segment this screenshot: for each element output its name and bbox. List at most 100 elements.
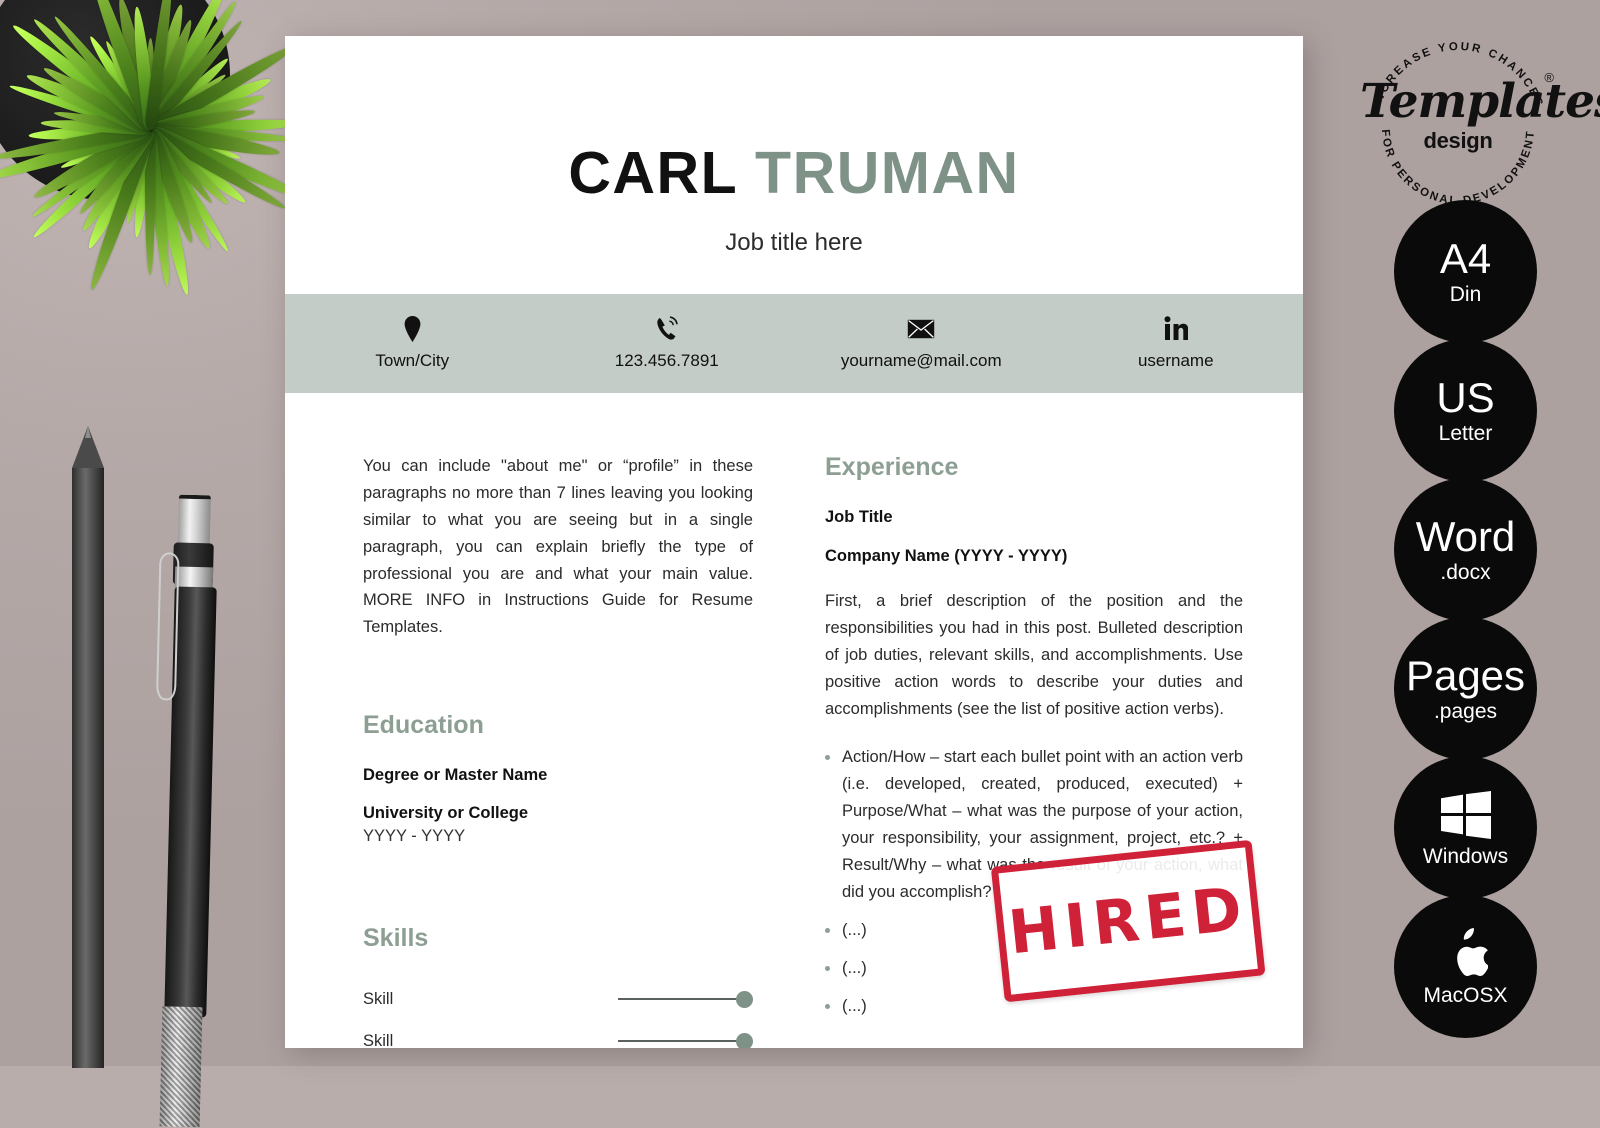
first-name: CARL: [568, 140, 738, 206]
word-docx-badge-subtitle: .docx: [1440, 561, 1491, 584]
education-heading: Education: [363, 711, 484, 740]
plant-leaf: [149, 116, 306, 136]
location-pin-icon: [285, 316, 540, 342]
us-letter-badge-title: US: [1436, 374, 1495, 421]
word-docx-badge[interactable]: Word .docx: [1394, 478, 1537, 621]
plant-leaf: [58, 125, 152, 172]
brand-wordmark: Templates: [1360, 74, 1600, 129]
plant-leaf: [143, 0, 233, 134]
experience-description: First, a brief description of the positi…: [825, 592, 1243, 718]
contact-email-text: yourname@mail.com: [840, 351, 1002, 370]
plant-leaf: [143, 17, 197, 133]
pen-cap: [177, 494, 211, 546]
pencil-body: [72, 468, 104, 1068]
experience-bullet-list: Action/How – start each bullet point wit…: [825, 744, 1243, 1019]
format-badges-rail: INCREASE YOUR CHANCES FOR PERSONAL DEVEL…: [1348, 0, 1600, 1066]
pages-badge[interactable]: Pages .pages: [1394, 617, 1537, 760]
plant-leaf: [29, 125, 153, 221]
plant-leaf: [146, 124, 249, 208]
plant-leaf: [39, 117, 151, 136]
experience-job-title: Job Title: [825, 508, 893, 526]
phone-icon: [540, 316, 795, 342]
plant-leaf: [145, 127, 232, 254]
plant-pot: [0, 0, 230, 200]
pen-grip: [159, 1006, 203, 1128]
plant-leaf: [51, 13, 154, 134]
plant-leaf: [147, 123, 307, 204]
a4-din-badge-title: A4: [1439, 235, 1492, 282]
plant-leaf: [142, 2, 188, 132]
plant-leaf: [146, 40, 299, 137]
plant-leaf: [8, 20, 155, 136]
skill-knob[interactable]: [736, 1032, 753, 1048]
pages-badge-subtitle: .pages: [1433, 700, 1498, 723]
skill-row: Skill: [363, 1021, 753, 1048]
plant-leaf: [30, 123, 154, 204]
templates-design-logo: INCREASE YOUR CHANCES FOR PERSONAL DEVEL…: [1360, 36, 1600, 208]
word-docx-badge-title: Word: [1415, 513, 1516, 560]
skill-knob[interactable]: [736, 990, 753, 1008]
skills-heading: Skills: [363, 924, 429, 953]
plant-leaf: [144, 129, 174, 287]
skill-track: [618, 1040, 739, 1043]
education-degree: Degree or Master Name: [363, 766, 548, 785]
education-years: YYYY - YYYY: [363, 827, 466, 846]
last-name: TRUMAN: [755, 140, 1020, 206]
plant-leaf: [143, 126, 216, 252]
list-item: (...): [825, 917, 1243, 944]
a4-din-badge[interactable]: A4 Din: [1394, 200, 1537, 343]
plant-leaf: [75, 126, 155, 218]
pen-ring: [174, 566, 214, 590]
us-letter-badge-subtitle: Letter: [1438, 422, 1493, 445]
us-letter-badge[interactable]: US Letter: [1394, 339, 1537, 482]
windows-badge[interactable]: Windows: [1394, 756, 1537, 899]
contact-phone-text: 123.456.7891: [614, 351, 719, 370]
page-title: CARL TRUMAN: [285, 144, 1303, 203]
plant-leaf: [147, 124, 289, 214]
experience-company: Company Name (YYYY - YYYY): [825, 547, 1068, 565]
skill-label: Skill: [363, 1031, 394, 1048]
plant-leaf: [146, 126, 232, 208]
plant-leaf: [84, 0, 157, 133]
plant-leaf: [147, 72, 273, 137]
plant-leaf: [30, 15, 155, 135]
pen-collar: [172, 542, 214, 586]
pen-photo: [151, 494, 235, 1128]
plant-leaf: [130, 129, 156, 238]
contact-item-location[interactable]: Town/City: [285, 316, 540, 371]
resume-page: CARL TRUMAN Job title here Town/City 123…: [285, 36, 1303, 1048]
plant-leaf: [40, 62, 154, 136]
windows-logo-icon: [1440, 788, 1491, 842]
plant-leaf: [112, 0, 158, 132]
linkedin-icon: [1049, 316, 1304, 342]
plant-leaf: [0, 124, 152, 164]
pencil-tip: [72, 426, 104, 468]
registered-trademark-icon: ®: [1544, 70, 1554, 85]
contact-item-phone[interactable]: 123.456.7891: [540, 316, 795, 371]
left-column: You can include "about me" or “profile” …: [363, 453, 753, 1048]
brand-subword: design: [1423, 128, 1493, 153]
plant-leaf: [52, 108, 151, 135]
plant-leaf: [129, 6, 157, 131]
pen-clip: [155, 552, 180, 701]
skill-slider[interactable]: [618, 1032, 753, 1048]
plant-leaf: [143, 127, 198, 245]
plant-leaf: [145, 38, 155, 130]
education-section: Education Degree or Master Name Universi…: [363, 711, 753, 846]
plant-leaf: [144, 0, 177, 131]
plant-leaf: [147, 71, 228, 134]
education-school: University or College: [363, 804, 529, 823]
skill-slider[interactable]: [618, 990, 753, 1008]
macosx-badge[interactable]: MacOSX: [1394, 895, 1537, 1038]
macosx-badge-subtitle: MacOSX: [1423, 984, 1508, 1007]
resume-body: You can include "about me" or “profile” …: [285, 393, 1303, 1048]
pen-barrel: [164, 586, 217, 1018]
job-title-subtitle: Job title here: [725, 229, 863, 256]
plant-leaf: [82, 126, 157, 252]
contact-item-email[interactable]: yourname@mail.com: [794, 316, 1049, 371]
plant-leaf: [77, 126, 156, 235]
contact-bar: Town/City 123.456.7891 yourname@mail.com: [285, 294, 1303, 393]
contact-item-linkedin[interactable]: username: [1049, 316, 1304, 371]
skill-row: Skill: [363, 979, 753, 1019]
skill-label: Skill: [363, 989, 394, 1008]
